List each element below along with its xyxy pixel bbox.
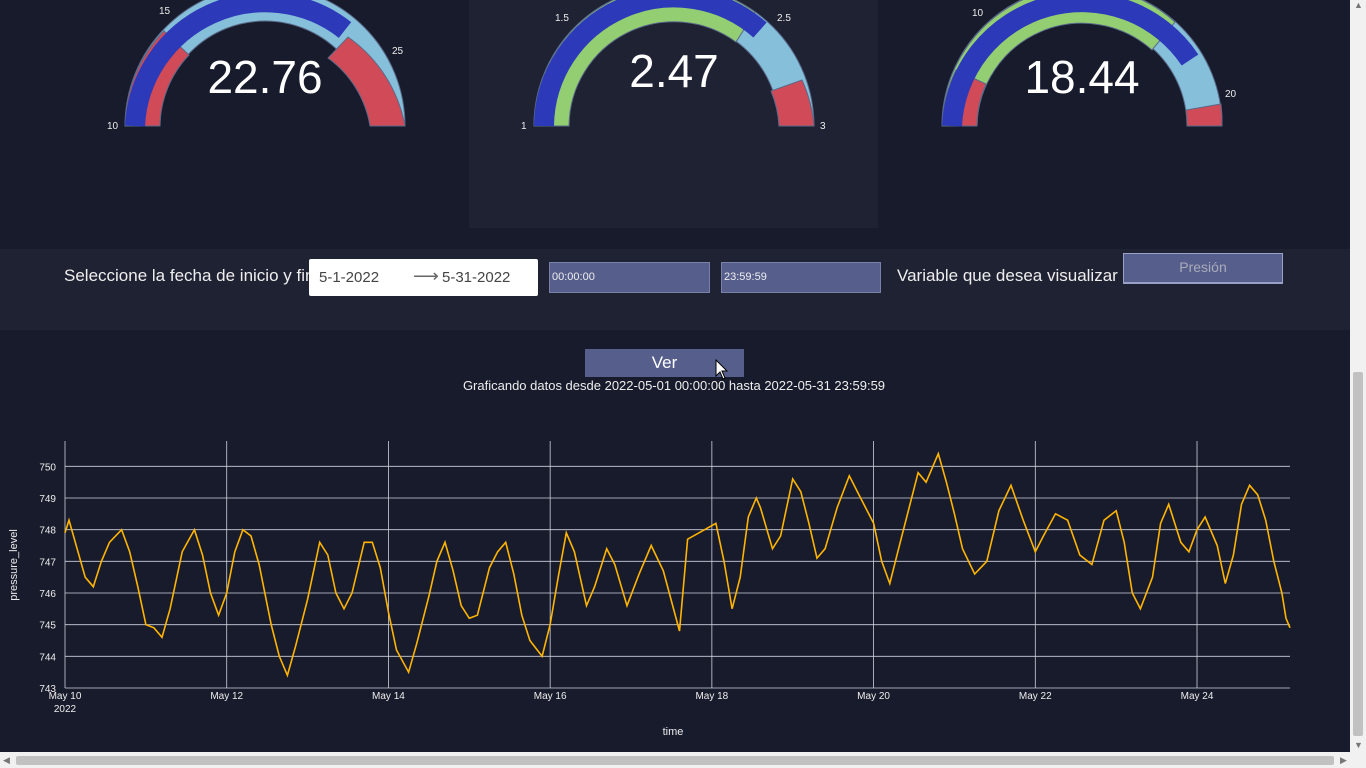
- x-tick-label: 2022: [54, 704, 77, 715]
- gauge-2-tick-high: 2.5: [777, 13, 791, 24]
- x-tick-label: May 20: [857, 691, 890, 702]
- start-date-input[interactable]: 5-1-2022: [319, 269, 379, 286]
- y-tick-label: 749: [39, 494, 56, 505]
- gauge-1-tick-mid: 15: [159, 6, 171, 17]
- variable-select[interactable]: Presión: [1123, 253, 1283, 283]
- scroll-up-icon[interactable]: ▲: [1354, 0, 1363, 10]
- scroll-right-icon[interactable]: ▶: [1340, 755, 1347, 766]
- horizontal-scroll-thumb[interactable]: [16, 756, 1334, 765]
- variable-select-underline: [1123, 282, 1283, 284]
- gauge-2-tick-min: 1: [521, 121, 527, 132]
- gauge-1-value: 22.76: [207, 51, 323, 103]
- y-tick-label: 746: [39, 589, 56, 600]
- y-tick-label: 748: [39, 526, 56, 537]
- scroll-down-icon[interactable]: ▼: [1354, 740, 1363, 750]
- y-tick-label: 744: [39, 652, 56, 663]
- gauge-3-tick-mid: 10: [972, 8, 984, 19]
- x-tick-label: May 12: [210, 691, 243, 702]
- pressure-chart: 743744745746747748749750 May 102022May 1…: [8, 441, 1291, 738]
- scroll-left-icon[interactable]: ◀: [3, 755, 10, 766]
- gauge-2-tick-max: 3: [820, 121, 826, 132]
- gauge-2-value: 2.47: [629, 45, 719, 97]
- x-tick-label: May 24: [1181, 691, 1214, 702]
- x-tick-label: May 10: [49, 691, 82, 702]
- gauge-2-tick-low: 1.5: [555, 13, 569, 24]
- end-date-input[interactable]: 5-31-2022: [442, 269, 510, 286]
- x-tick-label: May 22: [1019, 691, 1052, 702]
- gauge-1-tick-min: 10: [107, 121, 119, 132]
- y-tick-labels: 743744745746747748749750: [39, 462, 56, 695]
- x-axis-title: time: [663, 726, 684, 738]
- gauge-3-value: 18.44: [1024, 51, 1140, 103]
- arrow-right-icon: ⟶: [413, 266, 439, 286]
- x-tick-label: May 16: [534, 691, 567, 702]
- y-tick-label: 750: [39, 462, 56, 473]
- y-tick-label: 745: [39, 621, 56, 632]
- date-range-picker[interactable]: 5-1-2022 ⟶ 5-31-2022: [309, 259, 538, 296]
- gauge-1-tick-max: 25: [392, 46, 404, 57]
- x-tick-label: May 14: [372, 691, 405, 702]
- y-tick-label: 747: [39, 557, 56, 568]
- variable-label: Variable que desea visualizar: [897, 266, 1118, 285]
- y-axis-title: pressure_level: [8, 529, 20, 601]
- pressure-series-line: [64, 451, 1291, 678]
- vertical-scroll-thumb[interactable]: [1353, 372, 1363, 736]
- x-tick-labels: May 10 2022 May 12 May 14 May 16 May 18 May 20…: [49, 691, 1214, 715]
- status-text: Graficando datos desde 2022-05-01 00:00:…: [462, 378, 886, 393]
- start-time-input[interactable]: 00:00:00: [549, 262, 710, 293]
- gauges-svg: [124, 0, 1223, 127]
- gauge-3-tick-max: 20: [1225, 89, 1237, 100]
- chart-grid: [64, 441, 1290, 689]
- date-range-label: Seleccione la fecha de inicio y fin: [64, 266, 315, 285]
- end-time-input[interactable]: 23:59:59: [721, 262, 881, 293]
- x-tick-label: May 18: [695, 691, 728, 702]
